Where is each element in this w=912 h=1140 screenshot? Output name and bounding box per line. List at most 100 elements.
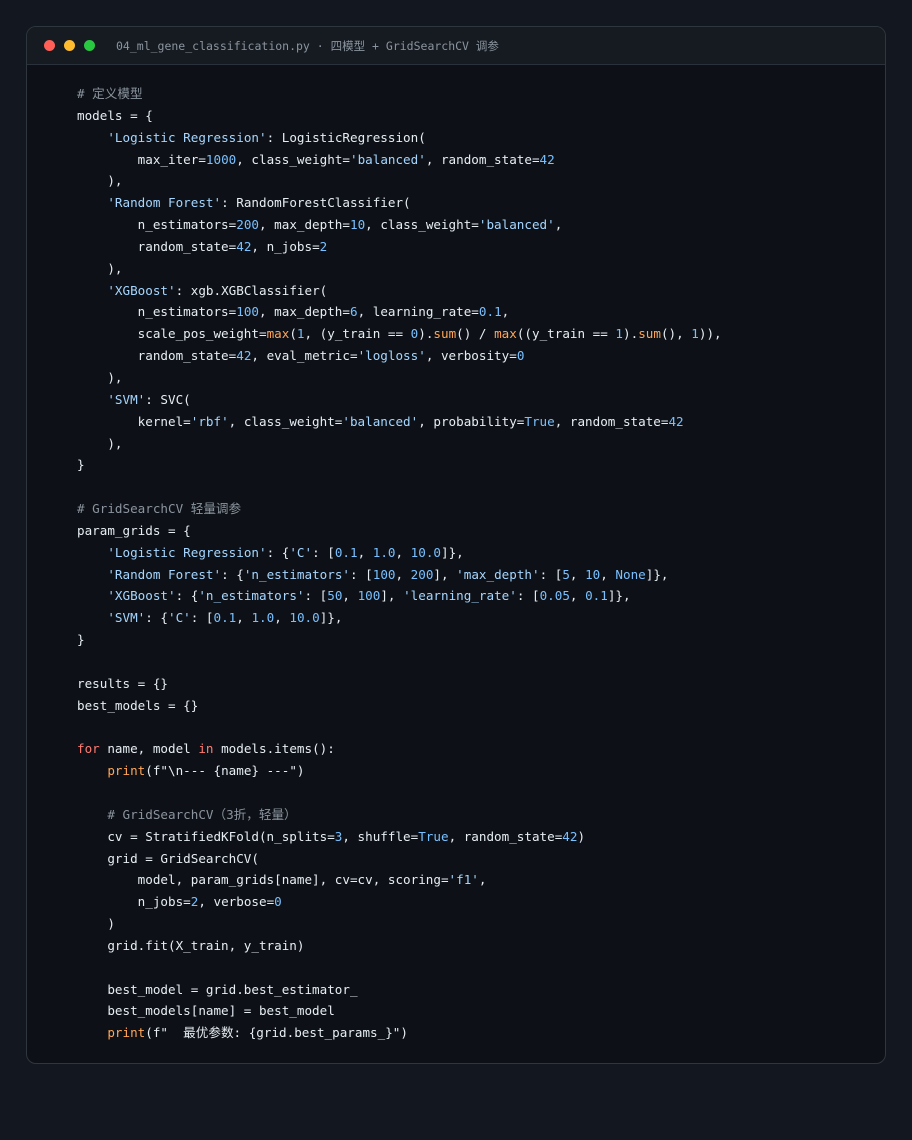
code-token-text: grid = GridSearchCV( [77, 850, 259, 866]
code-line: n_jobs=2, verbose=0 [77, 891, 722, 913]
code-line: print(f"\n--- {name} ---") [77, 760, 722, 782]
code-line: 'Logistic Regression': LogisticRegressio… [77, 127, 722, 149]
code-token-number: 10 [349, 217, 366, 233]
code-token-string: 'learning_rate' [403, 588, 517, 604]
code-token-text: : [ [190, 610, 214, 626]
code-token-string: 'SVM' [107, 391, 146, 407]
code-token-number: 42 [562, 828, 578, 844]
code-token-text: kernel= [77, 413, 191, 429]
window-title: 04_ml_gene_classification.py · 四模型 + Gri… [116, 38, 499, 53]
code-token-number: 0 [516, 348, 525, 364]
close-window-button[interactable] [44, 40, 55, 51]
code-token-text: : { [221, 566, 244, 582]
code-token-string: 'max_depth' [456, 566, 540, 582]
code-token-number: 10 [585, 566, 601, 582]
code-token-text: ). [418, 326, 434, 342]
code-line: n_estimators=200, max_depth=10, class_we… [77, 214, 722, 236]
minimize-window-button[interactable] [64, 40, 75, 51]
code-editor[interactable]: # 定义模型 models = { 'Logistic Regression': … [77, 83, 722, 1044]
code-token-string: 'Logistic Regression' [107, 544, 267, 560]
code-token-text: : [ [312, 544, 335, 560]
code-token-number: 200 [410, 566, 434, 582]
code-token-text: } [77, 632, 85, 648]
code-token-text: models.items(): [213, 741, 335, 757]
code-token-string: 'Logistic Regression' [107, 129, 267, 145]
code-line: ), [77, 433, 722, 455]
code-token-text: , learning_rate= [357, 304, 479, 320]
code-token-text: , verbose= [198, 894, 275, 910]
code-token-text: param_grids = { [77, 522, 191, 538]
code-token-number: 0.1 [334, 544, 358, 560]
code-token-number: 50 [327, 588, 343, 604]
code-token-string: 'balanced' [342, 413, 419, 429]
code-token-text: : [ [304, 588, 328, 604]
code-token-builtin: sum [638, 326, 661, 342]
code-line: models = { [77, 105, 722, 127]
code-token-text: , (y_train == [304, 326, 411, 342]
code-token-string: 'Random Forest' [107, 195, 222, 211]
code-token-text: grid.fit(X_train, y_train) [77, 937, 305, 953]
code-token-string: 'f1' [448, 872, 479, 888]
code-token-string: 'n_estimators' [198, 588, 305, 604]
code-token-text: , [501, 304, 510, 320]
code-token-text: ), [77, 260, 123, 276]
code-token-number: 42 [668, 413, 684, 429]
code-line: random_state=42, eval_metric='logloss', … [77, 345, 722, 367]
code-token-text: : RandomForestClassifier( [221, 195, 411, 211]
code-line: max_iter=1000, class_weight='balanced', … [77, 149, 722, 171]
code-token-text: ), [77, 435, 123, 451]
code-line: # GridSearchCV 轻量调参 [77, 498, 722, 520]
code-token-text: , shuffle= [342, 828, 419, 844]
code-token-text: : { [145, 610, 169, 626]
code-token-number: 1 [615, 326, 624, 342]
code-token-text: best_models[name] = best_model [77, 1003, 335, 1019]
code-token-text: , max_depth= [258, 217, 350, 233]
code-line: best_model = grid.best_estimator_ [77, 979, 722, 1001]
code-token-text: , probability= [418, 413, 525, 429]
code-line: 'Random Forest': {'n_estimators': [100, … [77, 564, 722, 586]
code-token-text: random_state= [77, 348, 237, 364]
code-token-text: , n_jobs= [251, 238, 320, 254]
code-token-comment: # GridSearchCV 轻量调参 [77, 501, 242, 517]
code-token-text: random_state= [77, 238, 237, 254]
code-token-number: 5 [562, 566, 570, 582]
code-token-text: ]}, [441, 544, 464, 560]
code-token-builtin: sum [433, 326, 457, 342]
code-token-number: 42 [539, 151, 555, 167]
code-token-number: True [418, 828, 449, 844]
code-line: # 定义模型 [77, 83, 722, 105]
code-token-string: 'Random Forest' [107, 566, 222, 582]
code-line: model, param_grids[name], cv=cv, scoring… [77, 869, 722, 891]
code-token-text: : [ [349, 566, 373, 582]
code-line: ), [77, 170, 722, 192]
code-token-text: , [342, 588, 358, 604]
code-token-text: : xgb.XGBClassifier( [175, 282, 328, 298]
code-line: # GridSearchCV（3折，轻量） [77, 804, 722, 826]
code-token-text: best_models = {} [77, 697, 199, 713]
code-token-text: , [274, 610, 290, 626]
title-bar: 04_ml_gene_classification.py · 四模型 + Gri… [27, 27, 885, 65]
code-token-number: 42 [236, 348, 252, 364]
code-line: 'SVM': SVC( [77, 389, 722, 411]
code-token-text: ) [577, 828, 586, 844]
code-line: n_estimators=100, max_depth=6, learning_… [77, 301, 722, 323]
code-token-string: 'balanced' [349, 151, 426, 167]
code-line: 'Logistic Regression': {'C': [0.1, 1.0, … [77, 542, 722, 564]
code-token-text: , random_state= [554, 413, 669, 429]
code-token-text: : SVC( [145, 391, 191, 407]
code-line: 'XGBoost': {'n_estimators': [50, 100], '… [77, 585, 722, 607]
code-token-text: ) [77, 916, 115, 932]
code-token-text: (f" 最优参数: {grid.best_params_}") [145, 1025, 408, 1041]
code-token-comment: # GridSearchCV（3折，轻量） [107, 806, 297, 822]
code-token-text: scale_pos_weight= [77, 326, 267, 342]
code-token-text: ]}, [607, 588, 631, 604]
zoom-window-button[interactable] [84, 40, 95, 51]
code-token-text: , random_state= [448, 828, 563, 844]
code-token-text: (), [660, 326, 692, 342]
